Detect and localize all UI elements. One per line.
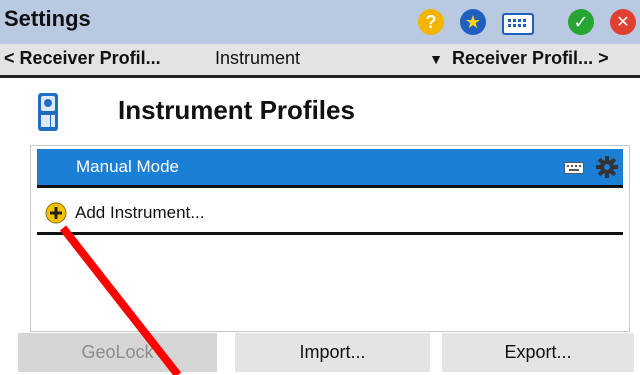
chevron-down-icon: ▼ [429,51,443,67]
favorites-star-icon[interactable]: ★ [460,9,486,35]
gear-icon[interactable] [595,155,619,179]
instrument-profile-list: Manual Mode Add Instrument... [30,145,630,332]
page-header: Instrument Profiles [0,78,640,146]
accept-check-icon[interactable]: ✓ [568,9,594,35]
action-bar: GeoLock Import... Export... [0,333,640,375]
next-page-button[interactable]: Receiver Profil... > [452,48,609,69]
app-title: Settings [4,6,91,31]
import-button[interactable]: Import... [235,333,430,372]
list-item-manual-mode[interactable]: Manual Mode [37,149,623,188]
page-selector-value: Instrument [215,48,301,68]
keyboard-icon[interactable] [502,13,534,35]
list-item-label: Manual Mode [76,157,180,176]
export-button[interactable]: Export... [442,333,634,372]
profile-navigation-bar: < Receiver Profil... Instrument ▼ Receiv… [0,44,640,78]
geolock-button[interactable]: GeoLock [18,333,217,372]
close-icon[interactable]: ✕ [610,9,636,35]
add-plus-icon [45,202,67,224]
instrument-icon [38,93,58,131]
title-bar: Settings ? ★ ✓ ✕ [0,0,640,44]
add-instrument-label: Add Instrument... [75,203,205,222]
keyboard-icon [564,162,584,174]
page-title: Instrument Profiles [118,95,355,125]
add-instrument-row[interactable]: Add Instrument... [37,194,623,235]
previous-page-button[interactable]: < Receiver Profil... [4,48,161,69]
page-selector-dropdown[interactable]: Instrument ▼ [215,48,443,69]
help-icon[interactable]: ? [418,9,444,35]
